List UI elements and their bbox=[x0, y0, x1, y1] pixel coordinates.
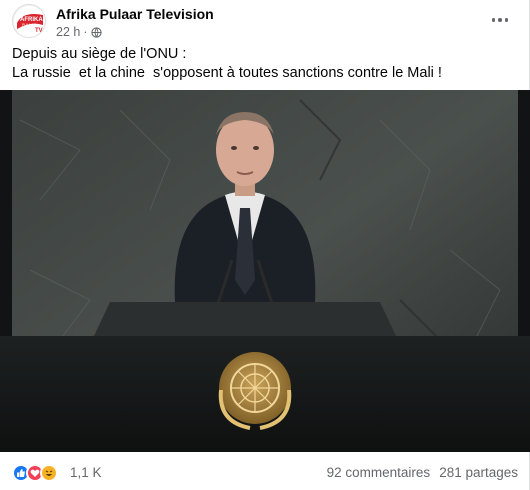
reaction-count[interactable]: 1,1 K bbox=[70, 465, 102, 480]
page-name-link[interactable]: Afrika Pulaar Television bbox=[56, 6, 214, 22]
avatar-logo-line2: PULAAR bbox=[22, 23, 36, 27]
haha-icon bbox=[40, 464, 58, 482]
globe-icon bbox=[90, 26, 102, 38]
post-text-line: Depuis au siège de l'ONU : bbox=[12, 46, 187, 62]
more-options-button[interactable] bbox=[488, 10, 512, 30]
avatar[interactable]: AFRIKA PULAAR TV bbox=[12, 4, 46, 38]
post-footer: 1,1 K 92 commentaires 281 partages bbox=[12, 462, 518, 484]
photo-graphic bbox=[0, 90, 530, 452]
meta-separator: · bbox=[83, 25, 88, 39]
post-meta: 22 h · bbox=[56, 25, 102, 39]
post-header: AFRIKA PULAAR TV Afrika Pulaar Televisio… bbox=[12, 4, 518, 40]
dot-icon bbox=[498, 18, 502, 22]
dot-icon bbox=[504, 18, 509, 22]
post-message: Depuis au siège de l'ONU : La russie et … bbox=[12, 45, 518, 83]
engagement-stats: 92 commentaires 281 partages bbox=[327, 465, 518, 480]
shares-link[interactable]: 281 partages bbox=[439, 465, 518, 480]
post-text-line: La russie et la chine s'opposent à toute… bbox=[12, 65, 442, 81]
post-timestamp[interactable]: 22 h bbox=[56, 25, 80, 39]
dot-icon bbox=[491, 18, 496, 22]
avatar-logo-line3: TV bbox=[35, 28, 43, 34]
reactions-summary[interactable] bbox=[12, 464, 58, 482]
comments-link[interactable]: 92 commentaires bbox=[327, 465, 431, 480]
post-photo[interactable] bbox=[0, 90, 530, 452]
post-card: AFRIKA PULAAR TV Afrika Pulaar Televisio… bbox=[0, 0, 530, 490]
